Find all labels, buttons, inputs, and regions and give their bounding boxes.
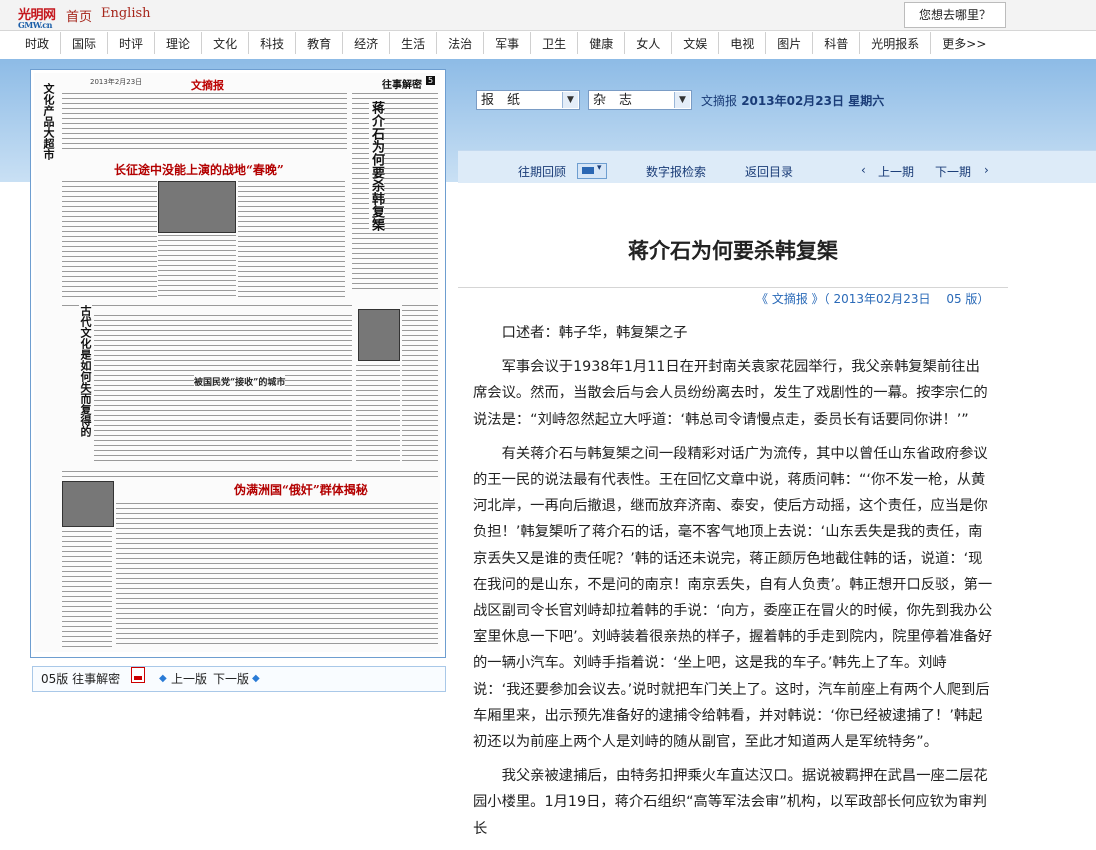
next-page-arrow-icon[interactable]: ◆ [252, 667, 260, 691]
nav-item[interactable]: 卫生 [531, 32, 579, 54]
nav-item[interactable]: 光明报系 [860, 32, 932, 54]
nav-item[interactable]: 图片 [766, 32, 814, 54]
search-link[interactable]: 数字报检索 [646, 163, 706, 180]
nav-item[interactable]: 国际 [61, 32, 109, 54]
edition-date: 2013年02月23日 [741, 94, 845, 108]
prev-issue-link[interactable]: 上一期 [878, 163, 914, 180]
article-paragraph: 口述者：韩子华，韩复榘之子 [501, 325, 688, 341]
nav-item[interactable]: 军事 [484, 32, 532, 54]
calendar-icon[interactable] [577, 163, 607, 179]
nav-item[interactable]: 文化 [202, 32, 250, 54]
text-block [238, 179, 345, 299]
thumb-vertical-left: 文化产品大超市 [42, 83, 55, 160]
next-issue-chevron-icon[interactable]: › [984, 163, 989, 177]
article-title: 蒋介石为何要杀韩复榘 [628, 239, 838, 263]
history-link[interactable]: 往期回顾 [518, 163, 566, 180]
thumb-headline-4[interactable]: 被国民党“接收”的城市 [194, 375, 286, 388]
thumb-headline-3[interactable]: 古代文化是如何失而复得的 [79, 305, 92, 437]
nav-item[interactable]: 时评 [108, 32, 156, 54]
text-block [62, 529, 112, 647]
text-block [158, 233, 236, 299]
article-paragraph: 有关蒋介石与韩复榘之间一段精彩对话广为流传，其中以曾任山东省政府参议的王一民的说… [473, 445, 993, 751]
nav-item[interactable]: 时政 [14, 32, 62, 54]
paper-select[interactable]: 报 纸 ▼ [476, 90, 580, 110]
nav-item[interactable]: 法治 [437, 32, 485, 54]
chevron-down-icon[interactable]: ▼ [674, 92, 690, 108]
text-block [62, 91, 347, 151]
text-block [94, 313, 352, 463]
nav-item[interactable]: 经济 [343, 32, 391, 54]
publication-name: 文摘报 [701, 94, 738, 108]
article-body: 口述者：韩子华，韩复榘之子军事会议于1938年1月11日在开封南关袁家花园举行，… [473, 320, 993, 850]
goto-button[interactable]: 您想去哪里？ [904, 2, 1006, 28]
paper-select-value: 报 纸 [481, 93, 521, 108]
nav-item[interactable]: 更多>> [931, 32, 997, 54]
next-page-link[interactable]: 下一版 [213, 667, 249, 691]
page-label: 05版 往事解密 [41, 672, 121, 686]
nav-item[interactable]: 理论 [155, 32, 203, 54]
title-divider [458, 287, 1008, 288]
magazine-select-value: 杂 志 [593, 93, 633, 108]
nav-item[interactable]: 电视 [719, 32, 767, 54]
newspaper-page-image[interactable]: 2013年2月23日 文摘报 往事解密 5 文化产品大超市 长征途中没能上演的战… [34, 73, 440, 652]
english-link[interactable]: English [101, 6, 151, 21]
pdf-icon[interactable] [131, 667, 145, 683]
thumb-headline-2[interactable]: 蒋介石为何要杀韩复榘 [369, 101, 384, 231]
index-link[interactable]: 返回目录 [745, 163, 793, 180]
thumb-headline-1[interactable]: 长征途中没能上演的战地“春晚” [114, 161, 284, 178]
magazine-select[interactable]: 杂 志 ▼ [588, 90, 692, 110]
edition-dateline: 文摘报 2013年02月23日 星期六 [701, 92, 884, 109]
nav-item[interactable]: 科技 [249, 32, 297, 54]
nav-item[interactable]: 健康 [578, 32, 626, 54]
home-link[interactable]: 首页 [66, 6, 92, 25]
page-thumbnail[interactable]: 2013年2月23日 文摘报 往事解密 5 文化产品大超市 长征途中没能上演的战… [30, 69, 446, 658]
next-issue-link[interactable]: 下一期 [935, 163, 971, 180]
nav-item[interactable]: 科普 [813, 32, 861, 54]
prev-page-link[interactable]: 上一版 [171, 667, 207, 691]
edition-weekday: 星期六 [848, 94, 885, 108]
article-paragraph: 我父亲被逮捕后，由特务扣押乘火车直达汉口。据说被羁押在武昌一座二层花园小楼里。1… [473, 768, 988, 837]
main-nav: 时政 国际 时评 理论 文化 科技 教育 经济 生活 法治 军事 卫生 健康 女人 文娱 电视 图片 科普 光明报系… [0, 31, 1096, 59]
nav-item[interactable]: 女人 [625, 32, 673, 54]
top-bar: 光明网 GMW.cn 首页 English 您想去哪里？ [0, 0, 1096, 31]
text-block [62, 303, 352, 309]
text-block [62, 179, 157, 299]
nav-item[interactable]: 生活 [390, 32, 438, 54]
text-block [356, 363, 400, 463]
nav-item[interactable]: 教育 [296, 32, 344, 54]
thumb-portrait [358, 309, 400, 361]
page-navigation-bar: 05版 往事解密 ◆ 上一版 下一版 ◆ [32, 666, 446, 692]
text-block [402, 303, 438, 463]
thumb-photo [158, 181, 236, 233]
text-block [116, 501, 438, 647]
text-block [62, 469, 438, 477]
text-block [352, 91, 438, 291]
article-paragraph: 军事会议于1938年1月11日在开封南关袁家花园举行，我父亲韩复榘前往出席会议。… [473, 359, 988, 428]
chevron-down-icon[interactable]: ▼ [562, 92, 578, 108]
nav-item[interactable]: 文娱 [672, 32, 720, 54]
thumb-column: 往事解密 [382, 80, 422, 91]
prev-page-arrow-icon[interactable]: ◆ [159, 667, 167, 691]
thumb-photo [62, 481, 114, 527]
thumb-date: 2013年2月23日 [90, 78, 143, 86]
prev-issue-chevron-icon[interactable]: ‹ [861, 163, 866, 177]
site-logo[interactable]: 光明网 GMW.cn [18, 4, 56, 30]
thumb-headline-5[interactable]: 伪满洲国“俄奸”群体揭秘 [234, 481, 368, 498]
article-source[interactable]: 《 文摘报 》（ 2013年02月23日 05 版） [756, 290, 989, 307]
thumb-page-number: 5 [426, 76, 436, 85]
